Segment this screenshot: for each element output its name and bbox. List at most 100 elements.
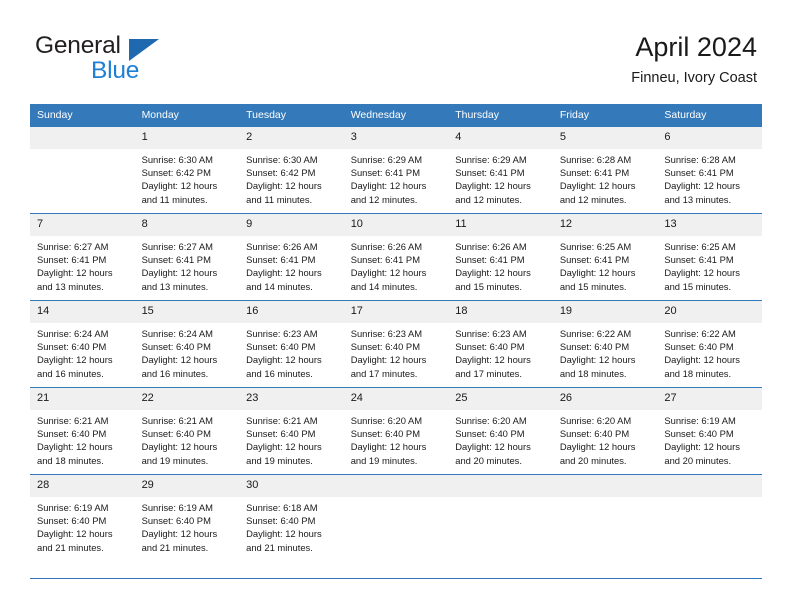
daylight-text-line2: and 15 minutes.	[455, 280, 522, 292]
day-number: 18	[448, 301, 553, 323]
day-number: 23	[239, 388, 344, 410]
calendar-day-cell[interactable]	[448, 474, 553, 561]
calendar-day-cell[interactable]: 10 Sunrise: 6:26 AM Sunset: 6:41 PM Dayl…	[343, 213, 449, 301]
daylight-text-line1: Daylight: 12 hours	[559, 180, 636, 192]
calendar-day-cell[interactable]: 30 Sunrise: 6:18 AM Sunset: 6:40 PM Dayl…	[239, 474, 344, 561]
sunrise-text: Sunrise: 6:21 AM	[37, 415, 109, 426]
sunset-text: Sunset: 6:40 PM	[664, 428, 734, 440]
daylight-text-line2: and 17 minutes.	[455, 367, 522, 379]
sunset-text: Sunset: 6:40 PM	[246, 515, 316, 527]
weekday-header-sunday: Sunday	[30, 104, 135, 127]
daylight-text-line1: Daylight: 12 hours	[664, 180, 740, 192]
calendar-day-cell[interactable]: 8 Sunrise: 6:27 AM Sunset: 6:41 PM Dayli…	[134, 213, 240, 301]
calendar-day-cell[interactable]: 25 Sunrise: 6:20 AM Sunset: 6:40 PM Dayl…	[448, 387, 553, 475]
sunset-text: Sunset: 6:41 PM	[455, 167, 525, 179]
daylight-text-line1: Daylight: 12 hours	[559, 441, 636, 453]
sunset-text: Sunset: 6:40 PM	[559, 341, 630, 353]
calendar-day-cell[interactable]: 4 Sunrise: 6:29 AM Sunset: 6:41 PM Dayli…	[448, 127, 553, 214]
calendar-day-cell[interactable]	[657, 474, 762, 561]
day-details: Sunrise: 6:28 AM Sunset: 6:41 PM Dayligh…	[553, 149, 658, 206]
calendar-week-row: 28 Sunrise: 6:19 AM Sunset: 6:40 PM Dayl…	[30, 474, 762, 561]
calendar-day-cell[interactable]: 22 Sunrise: 6:21 AM Sunset: 6:40 PM Dayl…	[134, 387, 240, 475]
calendar-day-cell[interactable]: 12 Sunrise: 6:25 AM Sunset: 6:41 PM Dayl…	[552, 213, 658, 301]
daylight-text-line2: and 11 minutes.	[141, 193, 208, 205]
sunset-text: Sunset: 6:41 PM	[664, 167, 734, 179]
daylight-text-line1: Daylight: 12 hours	[141, 267, 218, 279]
calendar-day-cell[interactable]: 20 Sunrise: 6:22 AM Sunset: 6:40 PM Dayl…	[657, 300, 762, 388]
day-details: Sunrise: 6:19 AM Sunset: 6:40 PM Dayligh…	[657, 410, 762, 467]
sunset-text: Sunset: 6:40 PM	[37, 428, 107, 440]
calendar-day-cell[interactable]: 13 Sunrise: 6:25 AM Sunset: 6:41 PM Dayl…	[657, 213, 762, 301]
calendar-day-cell[interactable]: 26 Sunrise: 6:20 AM Sunset: 6:40 PM Dayl…	[552, 387, 658, 475]
calendar-week-row: 21 Sunrise: 6:21 AM Sunset: 6:40 PM Dayl…	[30, 387, 762, 475]
day-number: 24	[343, 388, 449, 410]
sunrise-text: Sunrise: 6:29 AM	[350, 154, 423, 165]
calendar-day-cell[interactable]	[552, 474, 658, 561]
sunset-text: Sunset: 6:41 PM	[246, 254, 316, 266]
day-details: Sunrise: 6:26 AM Sunset: 6:41 PM Dayligh…	[239, 236, 344, 293]
page-subtitle: Finneu, Ivory Coast	[631, 70, 757, 86]
sunrise-text: Sunrise: 6:24 AM	[141, 328, 213, 339]
calendar-day-cell[interactable]: 24 Sunrise: 6:20 AM Sunset: 6:40 PM Dayl…	[343, 387, 449, 475]
calendar-day-cell[interactable]: 5 Sunrise: 6:28 AM Sunset: 6:41 PM Dayli…	[552, 127, 658, 214]
calendar-day-cell[interactable]: 27 Sunrise: 6:19 AM Sunset: 6:40 PM Dayl…	[657, 387, 762, 475]
day-details: Sunrise: 6:21 AM Sunset: 6:40 PM Dayligh…	[239, 410, 344, 467]
daylight-text-line2: and 11 minutes.	[246, 193, 313, 205]
day-number: 27	[657, 388, 762, 410]
calendar-day-cell[interactable]: 18 Sunrise: 6:23 AM Sunset: 6:40 PM Dayl…	[448, 300, 553, 388]
sunset-text: Sunset: 6:40 PM	[455, 428, 525, 440]
day-number: 29	[134, 475, 240, 497]
daylight-text-line1: Daylight: 12 hours	[455, 267, 531, 279]
calendar-day-cell[interactable]: 16 Sunrise: 6:23 AM Sunset: 6:40 PM Dayl…	[239, 300, 344, 388]
day-number: 7	[30, 214, 135, 236]
day-number: 8	[134, 214, 240, 236]
calendar-day-cell[interactable]	[343, 474, 449, 561]
day-number: 20	[657, 301, 762, 323]
calendar-day-cell[interactable]: 3 Sunrise: 6:29 AM Sunset: 6:41 PM Dayli…	[343, 127, 449, 214]
calendar-day-cell[interactable]: 29 Sunrise: 6:19 AM Sunset: 6:40 PM Dayl…	[134, 474, 240, 561]
sunrise-text: Sunrise: 6:27 AM	[141, 241, 213, 252]
calendar-day-cell[interactable]: 21 Sunrise: 6:21 AM Sunset: 6:40 PM Dayl…	[30, 387, 135, 475]
sunset-text: Sunset: 6:40 PM	[246, 341, 316, 353]
daylight-text-line2: and 15 minutes.	[664, 280, 732, 292]
day-number: 1	[134, 127, 240, 149]
calendar-day-cell[interactable]: 14 Sunrise: 6:24 AM Sunset: 6:40 PM Dayl…	[30, 300, 135, 388]
day-number: 15	[134, 301, 240, 323]
sunset-text: Sunset: 6:40 PM	[664, 341, 734, 353]
calendar-day-cell[interactable]: 7 Sunrise: 6:27 AM Sunset: 6:41 PM Dayli…	[30, 213, 135, 301]
calendar-day-cell[interactable]: 1 Sunrise: 6:30 AM Sunset: 6:42 PM Dayli…	[134, 127, 240, 214]
day-details: Sunrise: 6:19 AM Sunset: 6:40 PM Dayligh…	[30, 497, 135, 554]
daylight-text-line2: and 13 minutes.	[141, 280, 209, 292]
day-number: 22	[134, 388, 240, 410]
day-details: Sunrise: 6:23 AM Sunset: 6:40 PM Dayligh…	[448, 323, 553, 380]
day-details: Sunrise: 6:19 AM Sunset: 6:40 PM Dayligh…	[135, 497, 240, 554]
logo-text-blue: Blue	[91, 57, 140, 84]
calendar-day-cell[interactable]: 17 Sunrise: 6:23 AM Sunset: 6:40 PM Dayl…	[343, 300, 449, 388]
sunset-text: Sunset: 6:41 PM	[350, 254, 420, 266]
daylight-text-line2: and 19 minutes.	[350, 454, 418, 466]
calendar-day-cell[interactable]: 23 Sunrise: 6:21 AM Sunset: 6:40 PM Dayl…	[239, 387, 344, 475]
title-block: April 2024 Finneu, Ivory Coast	[631, 30, 757, 89]
day-details: Sunrise: 6:23 AM Sunset: 6:40 PM Dayligh…	[239, 323, 344, 380]
daylight-text-line1: Daylight: 12 hours	[350, 180, 427, 192]
day-details: Sunrise: 6:29 AM Sunset: 6:41 PM Dayligh…	[344, 149, 449, 206]
daylight-text-line1: Daylight: 12 hours	[246, 354, 322, 366]
day-details: Sunrise: 6:26 AM Sunset: 6:41 PM Dayligh…	[344, 236, 449, 293]
sunset-text: Sunset: 6:41 PM	[559, 167, 630, 179]
weekday-header-thursday: Thursday	[448, 104, 553, 127]
calendar-day-cell[interactable]	[30, 127, 135, 214]
sunset-text: Sunset: 6:41 PM	[37, 254, 107, 266]
calendar-day-cell[interactable]: 9 Sunrise: 6:26 AM Sunset: 6:41 PM Dayli…	[239, 213, 344, 301]
sunrise-text: Sunrise: 6:23 AM	[350, 328, 423, 339]
calendar-day-cell[interactable]: 19 Sunrise: 6:22 AM Sunset: 6:40 PM Dayl…	[552, 300, 658, 388]
calendar-day-cell[interactable]: 15 Sunrise: 6:24 AM Sunset: 6:40 PM Dayl…	[134, 300, 240, 388]
calendar-day-cell[interactable]: 11 Sunrise: 6:26 AM Sunset: 6:41 PM Dayl…	[448, 213, 553, 301]
daylight-text-line1: Daylight: 12 hours	[246, 528, 322, 540]
calendar-day-cell[interactable]: 6 Sunrise: 6:28 AM Sunset: 6:41 PM Dayli…	[657, 127, 762, 214]
daylight-text-line1: Daylight: 12 hours	[559, 267, 636, 279]
daylight-text-line1: Daylight: 12 hours	[455, 354, 531, 366]
sunrise-text: Sunrise: 6:20 AM	[455, 415, 527, 426]
general-blue-logo[interactable]: General Blue	[35, 32, 265, 90]
calendar-day-cell[interactable]: 2 Sunrise: 6:30 AM Sunset: 6:42 PM Dayli…	[239, 127, 344, 214]
calendar-day-cell[interactable]: 28 Sunrise: 6:19 AM Sunset: 6:40 PM Dayl…	[30, 474, 135, 561]
